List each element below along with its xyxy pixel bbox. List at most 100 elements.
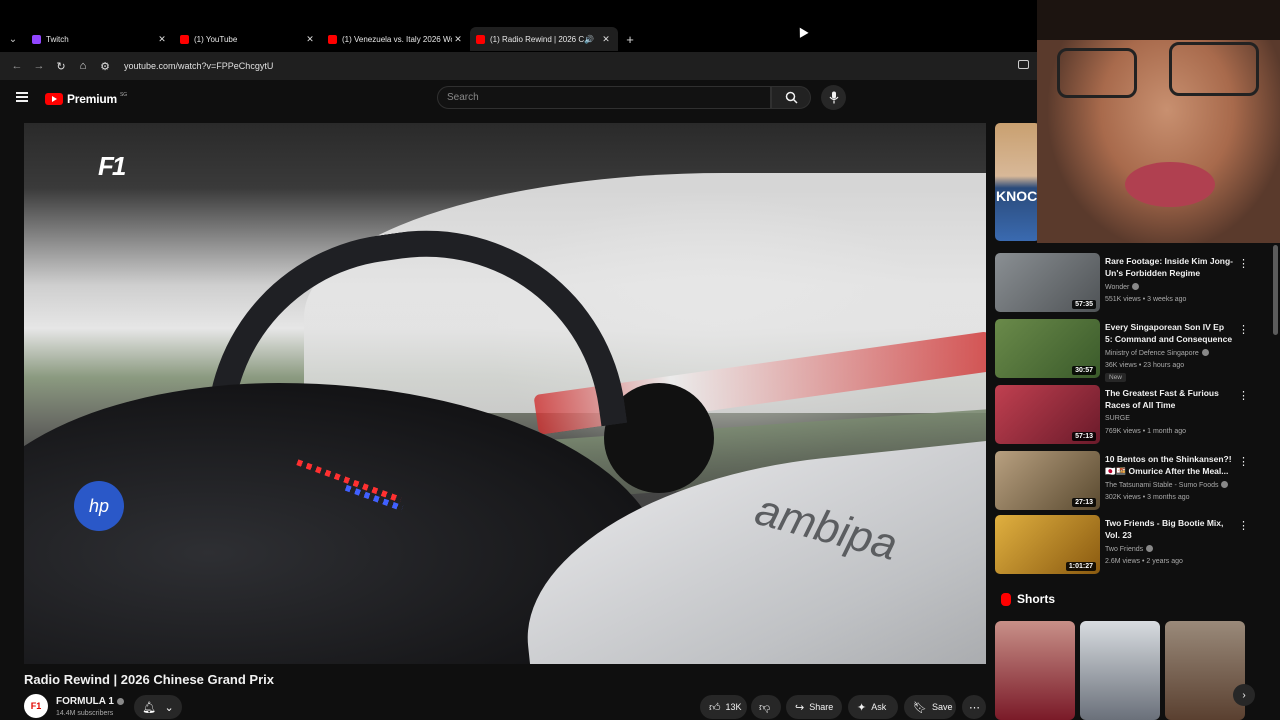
tab-radio-rewind[interactable]: (1) Radio Rewind | 2026 Ch 🔊 ✕ [470,27,618,51]
channel-name: Ministry of Defence Singapore [1105,349,1209,357]
recommended-video[interactable]: 30:57 Every Singaporean Son IV Ep 5: Com… [995,319,1260,382]
recommended-video[interactable]: 57:35 Rare Footage: Inside Kim Jong-Un's… [995,253,1260,315]
recommended-video[interactable]: 57:13 The Greatest Fast & Furious Races … [995,385,1260,447]
thumbs-up-icon: 👍︎ [709,701,721,714]
shorts-label: Shorts [1017,592,1056,606]
channel-name-text: FORMULA 1 [56,696,114,707]
more-vertical-icon[interactable]: ⋮ [1238,257,1249,270]
verified-icon [1201,349,1209,356]
tab-title: (1) Venezuela vs. Italy 2026 Wo [342,34,452,44]
close-tab-icon[interactable]: ✕ [600,34,612,45]
search-input[interactable]: Search [437,86,771,109]
address-bar: ← → ↻ ⌂ ⚙ youtube.com/watch?v=FPPeChcgyt… [0,52,1037,80]
short-thumbnail[interactable] [1165,621,1245,720]
webcam-mouth [1125,162,1215,207]
close-tab-icon[interactable]: ✕ [452,34,464,45]
tab-venezuela-italy[interactable]: (1) Venezuela vs. Italy 2026 Wo ✕ [322,27,470,51]
video-thumbnail[interactable]: 1:01:27 [995,515,1100,574]
home-icon[interactable]: ⌂ [72,60,94,72]
shorts-logo-icon [1001,592,1011,606]
title-bar [0,0,1040,26]
channel-name[interactable]: FORMULA 1 [56,696,124,707]
video-meta: 302K views • 3 months ago [1105,494,1190,501]
new-badge: New [1105,373,1127,382]
webcam-glasses-left [1057,48,1137,98]
youtube-premium-logo[interactable]: Premium SG [45,92,127,106]
channel-name: SURGE [1105,415,1130,422]
video-meta: 36K views • 23 hours ago [1105,362,1185,369]
subscriber-count: 14.4M subscribers [56,710,114,717]
save-button[interactable]: 🔖︎ Save [904,695,956,719]
video-thumbnail[interactable]: 30:57 [995,319,1100,378]
video-title: 10 Bentos on the Shinkansen?! 🇯🇵🍱 Omuric… [1105,454,1232,476]
close-tab-icon[interactable]: ✕ [156,34,168,45]
back-icon[interactable]: ← [6,60,28,72]
forward-icon[interactable]: → [28,60,50,72]
reload-icon[interactable]: ↻ [50,60,72,73]
short-thumbnail[interactable] [1080,621,1160,720]
video-duration: 30:57 [1072,366,1096,375]
short-thumbnail[interactable] [995,621,1075,720]
more-horizontal-icon: ⋯ [969,701,980,714]
microphone-icon [829,91,838,104]
new-tab-button[interactable]: + [618,32,642,47]
video-thumbnail[interactable]: 57:35 [995,253,1100,312]
chevron-right-icon[interactable]: › [1233,684,1255,706]
video-title: The Greatest Fast & Furious Races of All… [1105,388,1219,410]
search-icon [785,91,798,104]
site-info-icon[interactable]: ⚙ [94,60,116,73]
share-icon: ↪ [795,701,805,714]
channel-avatar[interactable]: F1 [24,694,48,718]
share-button[interactable]: ↪ Share [786,695,842,719]
dislike-button[interactable]: 👎︎ [751,695,781,719]
tab-twitch[interactable]: Twitch ✕ [26,27,174,51]
twitch-favicon-icon [32,34,41,44]
channel-name-text: Wonder [1105,284,1130,291]
tab-title: Twitch [46,34,69,44]
browser-window: ⌄ Twitch ✕ (1) YouTube ✕ (1) Venezuela v… [0,0,1280,720]
sidebar-scrollbar[interactable] [1273,245,1278,335]
more-vertical-icon[interactable]: ⋮ [1238,323,1249,336]
video-duration: 57:13 [1072,432,1096,441]
channel-name: Two Friends [1105,545,1154,553]
ask-button[interactable]: ✦ Ask [848,695,898,719]
close-tab-icon[interactable]: ✕ [304,34,316,45]
hp-logo: hp [74,481,124,531]
speaker-icon[interactable]: 🔊 [584,35,594,44]
recommended-video[interactable]: 1:01:27 Two Friends - Big Bootie Mix, Vo… [995,515,1260,577]
search-placeholder: Search [447,92,479,103]
like-button[interactable]: 👍︎ 13K [700,695,747,719]
video-thumbnail[interactable]: 57:13 [995,385,1100,444]
tab-youtube[interactable]: (1) YouTube ✕ [174,27,322,51]
notification-bell-button[interactable]: 🔔︎ ⌄ [134,695,182,719]
webcam-hair [1037,0,1280,40]
video-thumbnail[interactable]: 27:13 [995,451,1100,510]
search-button[interactable] [771,86,811,109]
bookmark-icon: 🔖︎ [913,701,927,714]
youtube-favicon-icon [328,34,337,44]
video-title: Radio Rewind | 2026 Chinese Grand Prix [24,672,274,687]
tab-search-button[interactable]: ⌄ [0,26,26,52]
logo-text: Premium [67,92,117,106]
video-player[interactable]: ambipa hp F1 [24,123,986,664]
verified-icon [1146,545,1154,552]
more-vertical-icon[interactable]: ⋮ [1238,519,1249,532]
url-field[interactable]: youtube.com/watch?v=FPPeChcgytU [124,61,273,71]
youtube-play-logo-icon [45,93,63,105]
tab-strip: ⌄ Twitch ✕ (1) YouTube ✕ (1) Venezuela v… [0,26,1040,52]
recommended-video[interactable]: 27:13 10 Bentos on the Shinkansen?! 🇯🇵🍱 … [995,451,1260,513]
voice-search-button[interactable] [821,85,846,110]
channel-name-text: Two Friends [1105,546,1144,553]
more-vertical-icon[interactable]: ⋮ [1238,389,1249,402]
ask-label: Ask [871,702,887,712]
cast-icon[interactable] [1018,60,1029,69]
youtube-favicon-icon [180,34,189,44]
tab-title: (1) Radio Rewind | 2026 Ch [490,34,585,44]
tab-title: (1) YouTube [194,34,238,44]
video-meta: 551K views • 3 weeks ago [1105,296,1187,303]
more-vertical-icon[interactable]: ⋮ [1238,455,1249,468]
channel-name: The Tatsunami Stable - Sumo Foods [1105,481,1229,489]
menu-icon[interactable] [16,92,28,102]
shorts-heading: Shorts [1001,592,1055,606]
more-actions-button[interactable]: ⋯ [962,695,986,719]
